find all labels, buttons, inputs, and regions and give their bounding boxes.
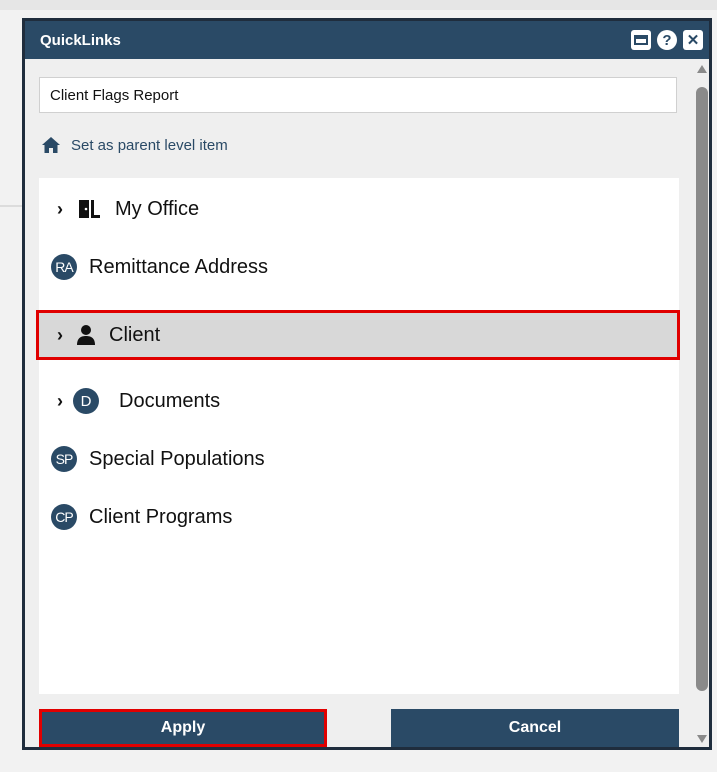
background-toolbar — [0, 0, 717, 10]
door-icon — [79, 200, 100, 218]
ra-badge-icon: RA — [51, 254, 77, 280]
tree-item-remittance-address[interactable]: RA Remittance Address — [39, 242, 679, 292]
tree-item-client-programs[interactable]: CP Client Programs — [39, 492, 679, 542]
d-badge-icon: D — [73, 388, 99, 414]
tree-item-label: Client — [109, 323, 161, 346]
scroll-up-arrow-icon[interactable] — [697, 65, 707, 73]
tree-item-label: My Office — [115, 197, 200, 220]
cancel-button[interactable]: Cancel — [391, 709, 679, 747]
close-button[interactable]: ✕ — [683, 30, 703, 50]
close-icon: ✕ — [686, 31, 700, 49]
tree-item-label: Client Programs — [89, 505, 233, 528]
tree-item-label: Special Populations — [89, 447, 265, 470]
help-icon: ? — [662, 31, 672, 49]
chevron-right-icon[interactable]: › — [49, 199, 71, 220]
tree-item-my-office[interactable]: › My Office — [39, 184, 679, 234]
set-parent-label: Set as parent level item — [71, 136, 228, 154]
help-button[interactable]: ? — [657, 30, 677, 50]
tree-item-label: Documents — [119, 389, 221, 412]
set-parent-link[interactable]: Set as parent level item — [41, 136, 228, 154]
chevron-right-icon[interactable]: › — [49, 325, 71, 346]
minimize-icon — [634, 35, 648, 45]
apply-button[interactable]: Apply — [39, 709, 327, 747]
dialog-titlebar: QuickLinks ? ✕ — [25, 21, 709, 59]
quicklinks-tree: › My Office RA Remittance Address › Clie… — [36, 178, 680, 694]
tree-item-client[interactable]: › Client — [36, 310, 680, 360]
quicklink-name-input[interactable] — [39, 77, 677, 113]
dialog-scrollbar[interactable] — [695, 61, 709, 747]
tree-item-special-populations[interactable]: SP Special Populations — [39, 434, 679, 484]
cp-badge-icon: CP — [51, 504, 77, 530]
tree-item-label: Remittance Address — [89, 255, 268, 278]
titlebar-controls: ? ✕ — [631, 30, 703, 50]
minimize-button[interactable] — [631, 30, 651, 50]
quicklinks-dialog: QuickLinks ? ✕ Set as parent level item … — [22, 18, 712, 750]
home-icon — [42, 137, 60, 153]
person-icon — [77, 325, 95, 345]
sp-badge-icon: SP — [51, 446, 77, 472]
dialog-title: QuickLinks — [40, 31, 121, 49]
scroll-thumb[interactable] — [696, 87, 708, 691]
scroll-down-arrow-icon[interactable] — [697, 735, 707, 743]
tree-item-documents[interactable]: › D Documents — [39, 376, 679, 426]
chevron-right-icon[interactable]: › — [49, 391, 71, 412]
